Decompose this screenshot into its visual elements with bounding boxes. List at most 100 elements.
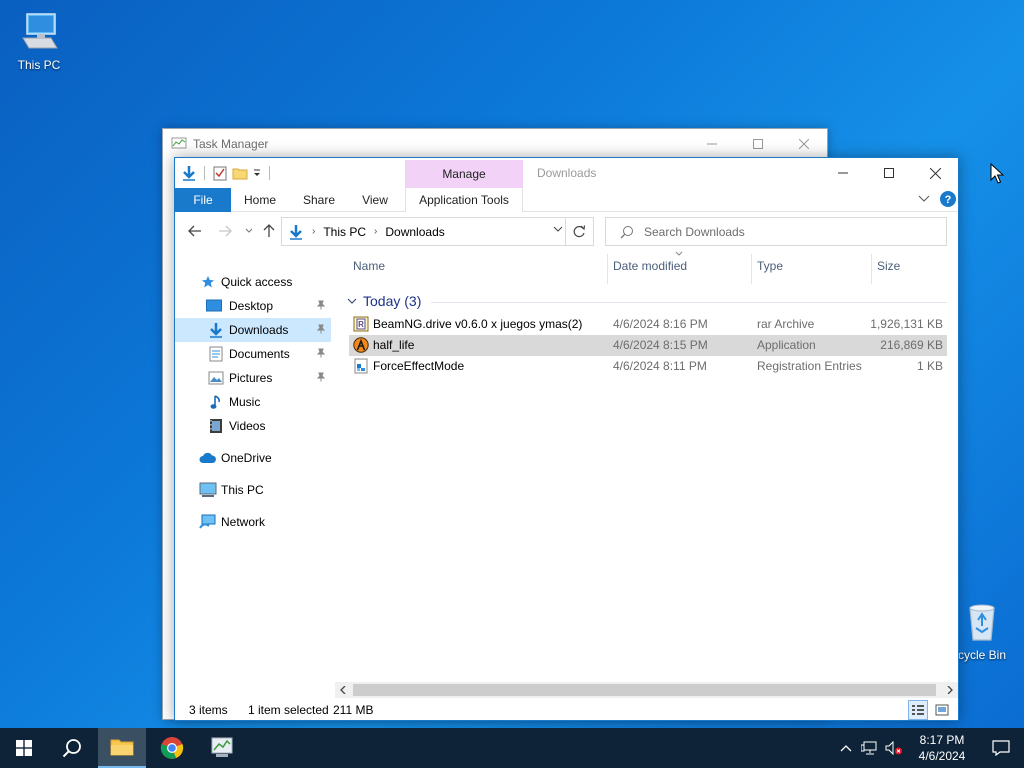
downloads-arrow-icon: [181, 165, 197, 181]
file-row[interactable]: R BeamNG.drive v0.6.0 x juegos ymas(2) 4…: [349, 314, 947, 335]
nav-item-label: Quick access: [221, 275, 293, 289]
manage-context-tab[interactable]: Manage: [405, 160, 523, 188]
taskbar-task-manager[interactable]: [198, 728, 246, 768]
taskbar-chrome[interactable]: [148, 728, 196, 768]
nav-item-label: Network: [221, 515, 266, 529]
breadcrumb-separator-icon[interactable]: ›: [374, 226, 377, 237]
task-manager-icon: [171, 137, 187, 151]
desktop-folder-icon: [205, 298, 223, 314]
scroll-right-icon[interactable]: [942, 682, 958, 698]
large-icons-view-button[interactable]: [932, 700, 952, 720]
start-button[interactable]: [0, 728, 48, 768]
file-size: 216,869 KB: [880, 338, 943, 352]
expand-ribbon-icon[interactable]: [918, 195, 930, 203]
clock-time: 8:17 PM: [919, 733, 965, 747]
close-button[interactable]: [912, 158, 958, 188]
nav-item-label: Music: [229, 395, 261, 409]
desktop-icon-this-pc[interactable]: This PC: [1, 10, 77, 72]
address-dropdown-icon[interactable]: [553, 225, 563, 233]
network-tray-icon[interactable]: [858, 728, 882, 768]
column-header-name[interactable]: Name: [353, 258, 385, 286]
breadcrumb-downloads[interactable]: Downloads: [385, 225, 444, 239]
taskbar: 8:17 PM 4/6/2024: [0, 728, 1024, 768]
nav-item-quick-access[interactable]: Quick access: [175, 270, 335, 294]
group-header-today[interactable]: Today (3): [347, 292, 947, 310]
file-row[interactable]: ForceEffectMode 4/6/2024 8:11 PM Registr…: [349, 356, 947, 377]
search-box[interactable]: Search Downloads: [605, 217, 947, 246]
show-hidden-icons-button[interactable]: [834, 728, 858, 768]
mouse-cursor-icon: [990, 163, 1004, 185]
tm-minimize-button[interactable]: [689, 129, 735, 159]
pin-icon: [316, 324, 326, 334]
tm-maximize-button[interactable]: [735, 129, 781, 159]
customize-toolbar-icon[interactable]: [252, 168, 262, 178]
volume-muted-icon[interactable]: [882, 728, 906, 768]
nav-item-documents[interactable]: Documents: [175, 342, 335, 366]
tab-application-tools[interactable]: Application Tools: [405, 188, 523, 212]
svg-text:?: ?: [945, 194, 952, 206]
column-header-date[interactable]: Date modified: [613, 258, 687, 286]
nav-item-network[interactable]: Network: [175, 510, 335, 534]
taskbar-file-explorer[interactable]: [98, 728, 146, 768]
forward-button[interactable]: [215, 222, 235, 240]
nav-item-desktop[interactable]: Desktop: [175, 294, 335, 318]
maximize-button[interactable]: [866, 158, 912, 188]
rar-archive-icon: R: [353, 316, 369, 332]
collapse-group-icon[interactable]: [347, 297, 357, 305]
recent-locations-button[interactable]: [239, 222, 259, 240]
navigation-pane: Quick access Desktop Downloads Documents: [175, 270, 335, 534]
tm-close-button[interactable]: [781, 129, 827, 159]
column-header-size[interactable]: Size: [877, 258, 900, 286]
nav-item-label: OneDrive: [221, 451, 272, 465]
details-view-button[interactable]: [908, 700, 928, 720]
nav-item-pictures[interactable]: Pictures: [175, 366, 335, 390]
horizontal-scrollbar[interactable]: [335, 682, 958, 698]
nav-item-this-pc[interactable]: This PC: [175, 478, 335, 502]
file-name: ForceEffectMode: [373, 359, 465, 373]
notification-icon: [992, 740, 1010, 756]
nav-item-downloads[interactable]: Downloads: [175, 318, 331, 342]
refresh-button[interactable]: [565, 218, 593, 245]
scrollbar-thumb[interactable]: [353, 684, 936, 696]
tab-view[interactable]: View: [355, 188, 395, 212]
tab-file[interactable]: File: [175, 188, 231, 212]
properties-icon[interactable]: [212, 165, 228, 181]
half-life-app-icon: [353, 337, 369, 353]
explorer-titlebar[interactable]: Manage Downloads: [175, 158, 958, 188]
ribbon-tabs: File Home Share View Application Tools ?: [175, 188, 958, 212]
action-center-button[interactable]: [978, 728, 1024, 768]
back-button[interactable]: [185, 222, 205, 240]
clock[interactable]: 8:17 PM 4/6/2024: [906, 732, 978, 764]
file-row[interactable]: half_life 4/6/2024 8:15 PM Application 2…: [349, 335, 947, 356]
scroll-left-icon[interactable]: [335, 682, 351, 698]
this-pc-icon: [199, 482, 217, 498]
registry-file-icon: [353, 358, 369, 374]
recycle-bin-icon: [960, 600, 1004, 644]
breadcrumb-this-pc[interactable]: This PC: [323, 225, 366, 239]
taskbar-search-button[interactable]: [48, 728, 96, 768]
search-icon: [620, 225, 634, 239]
nav-item-videos[interactable]: Videos: [175, 414, 335, 438]
column-header-type[interactable]: Type: [757, 258, 783, 286]
file-type: Registration Entries: [757, 359, 862, 373]
tab-share[interactable]: Share: [297, 188, 341, 212]
breadcrumb-separator-icon[interactable]: ›: [312, 226, 315, 237]
group-label: Today (3): [363, 293, 422, 309]
nav-item-music[interactable]: Music: [175, 390, 335, 414]
minimize-button[interactable]: [820, 158, 866, 188]
new-folder-icon[interactable]: [232, 165, 248, 181]
up-button[interactable]: [259, 222, 279, 240]
tab-home[interactable]: Home: [235, 188, 285, 212]
file-name: BeamNG.drive v0.6.0 x juegos ymas(2): [373, 317, 583, 331]
music-folder-icon: [207, 394, 225, 410]
nav-item-onedrive[interactable]: OneDrive: [175, 446, 335, 470]
file-name: half_life: [373, 338, 415, 352]
quick-access-toolbar: [181, 162, 273, 184]
task-manager-icon: [210, 737, 234, 759]
clock-date: 4/6/2024: [918, 749, 966, 763]
file-explorer-window[interactable]: Manage Downloads File Home Share View Ap…: [174, 157, 959, 721]
downloads-location-icon: [288, 224, 304, 240]
help-icon[interactable]: ?: [940, 191, 956, 207]
status-selection: 1 item selected: [248, 703, 329, 717]
address-bar[interactable]: › This PC › Downloads: [281, 217, 594, 246]
